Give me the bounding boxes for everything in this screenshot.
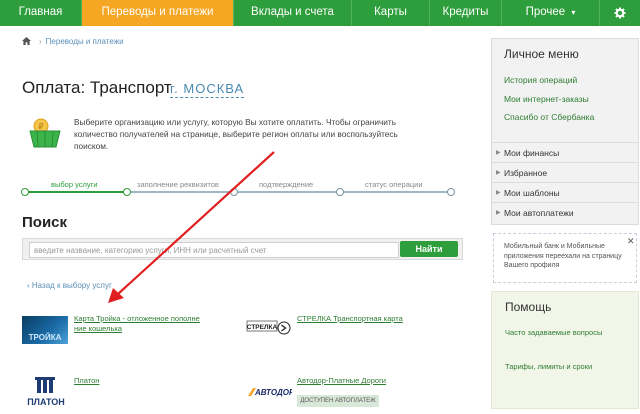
step-label-confirm: подтверждение: [256, 180, 317, 189]
chevron-right-icon: ▶: [496, 190, 501, 196]
menu-section-templates[interactable]: ▶ Мои шаблоны: [492, 182, 638, 202]
breadcrumb: › Переводы и платежи: [22, 37, 124, 47]
search-bar: Найти: [22, 238, 463, 260]
chevron-down-icon: ▾: [571, 8, 576, 17]
help-panel: Помощь Часто задаваемые вопросы Тарифы, …: [491, 291, 639, 409]
gear-icon[interactable]: [600, 0, 640, 26]
menu-link-history[interactable]: История операций: [504, 75, 577, 85]
menu-link-spasibo[interactable]: Спасибо от Сбербанка: [504, 112, 594, 122]
step-dot-2: [230, 188, 238, 196]
service-link-avtodor[interactable]: Автодор-Платные Дороги: [297, 376, 437, 386]
chevron-left-icon: ‹: [27, 281, 30, 290]
close-icon[interactable]: ✕: [627, 236, 635, 247]
avtodor-logo[interactable]: АВТОДОР: [246, 384, 295, 400]
nav-cards[interactable]: Карты: [352, 0, 430, 26]
find-button[interactable]: Найти: [400, 241, 458, 257]
nav-credits[interactable]: Кредиты: [430, 0, 502, 26]
step-label-fill: заполнение реквизитов: [134, 180, 222, 189]
mobile-bank-notice: Мобильный банк и Мобильные приложения пе…: [493, 233, 637, 283]
step-dot-1: [123, 188, 131, 196]
svg-text:₽: ₽: [38, 122, 43, 131]
help-link-tariffs[interactable]: Тарифы, лимиты и сроки: [505, 362, 625, 372]
menu-section-favorites[interactable]: ▶ Избранное: [492, 162, 638, 182]
region-selector[interactable]: г. МОСКВА: [170, 81, 245, 98]
back-to-services-link[interactable]: ‹ Назад к выбору услуг: [27, 281, 112, 290]
service-link-platon[interactable]: Платон: [74, 376, 214, 386]
chevron-right-icon: ▶: [496, 170, 501, 176]
help-link-faq[interactable]: Часто задаваемые вопросы: [505, 328, 625, 338]
strelka-logo[interactable]: СТРЕЛКА: [246, 318, 292, 338]
nav-transfers-payments[interactable]: Переводы и платежи: [82, 0, 234, 26]
intro-text: Выберите организацию или услугу, которую…: [74, 117, 398, 151]
troika-logo[interactable]: ТРОЙКА: [22, 316, 68, 344]
step-label-status: статус операции: [362, 180, 426, 189]
autopay-badge: ДОСТУПЕН АВТОПЛАТЕЖ: [297, 395, 379, 407]
help-title: Помощь: [505, 300, 552, 314]
step-dot-start: [21, 188, 29, 196]
service-link-troika[interactable]: Карта Тройка - отложенное пополне ние ко…: [74, 314, 214, 334]
service-link-strelka[interactable]: СТРЕЛКА Транспортная карта: [297, 314, 437, 324]
home-icon[interactable]: [22, 37, 31, 47]
menu-section-finances[interactable]: ▶ Мои финансы: [492, 142, 638, 162]
chevron-right-icon: ▶: [496, 210, 501, 216]
step-label-select: выбор услуги: [48, 180, 101, 189]
nav-more-label: Прочее: [525, 6, 566, 18]
svg-text:СТРЕЛКА: СТРЕЛКА: [247, 324, 278, 331]
svg-text:ПЛАТОН: ПЛАТОН: [27, 397, 65, 407]
menu-section-autopayments[interactable]: ▶ Мои автоплатежи: [492, 202, 638, 222]
breadcrumb-separator: ›: [39, 37, 42, 46]
nav-more[interactable]: Прочее ▾: [502, 0, 600, 26]
breadcrumb-link-transfers[interactable]: Переводы и платежи: [46, 37, 124, 46]
search-field: [29, 242, 399, 258]
nav-home[interactable]: Главная: [0, 0, 82, 26]
menu-link-orders[interactable]: Мои интернет-заказы: [504, 94, 589, 104]
search-heading: Поиск: [22, 214, 68, 231]
page-title: Оплата: Транспорт: [22, 78, 172, 97]
svg-text:АВТОДОР: АВТОДОР: [254, 388, 292, 397]
personal-menu: Личное меню История операций Мои интерне…: [491, 38, 639, 225]
mobile-bank-notice-text: Мобильный банк и Мобильные приложения пе…: [504, 243, 622, 269]
personal-menu-title: Личное меню: [504, 47, 579, 61]
top-nav: Главная Переводы и платежи Вклады и счет…: [0, 0, 640, 26]
search-input[interactable]: [32, 244, 376, 256]
chevron-right-icon: ▶: [496, 150, 501, 156]
basket-icon: ₽: [28, 117, 62, 154]
step-dot-3: [336, 188, 344, 196]
step-dot-4: [447, 188, 455, 196]
platon-logo[interactable]: ПЛАТОН: [22, 375, 70, 409]
back-link-label: Назад к выбору услуг: [31, 281, 112, 290]
progress-fill: [24, 191, 127, 193]
nav-deposits[interactable]: Вклады и счета: [234, 0, 352, 26]
